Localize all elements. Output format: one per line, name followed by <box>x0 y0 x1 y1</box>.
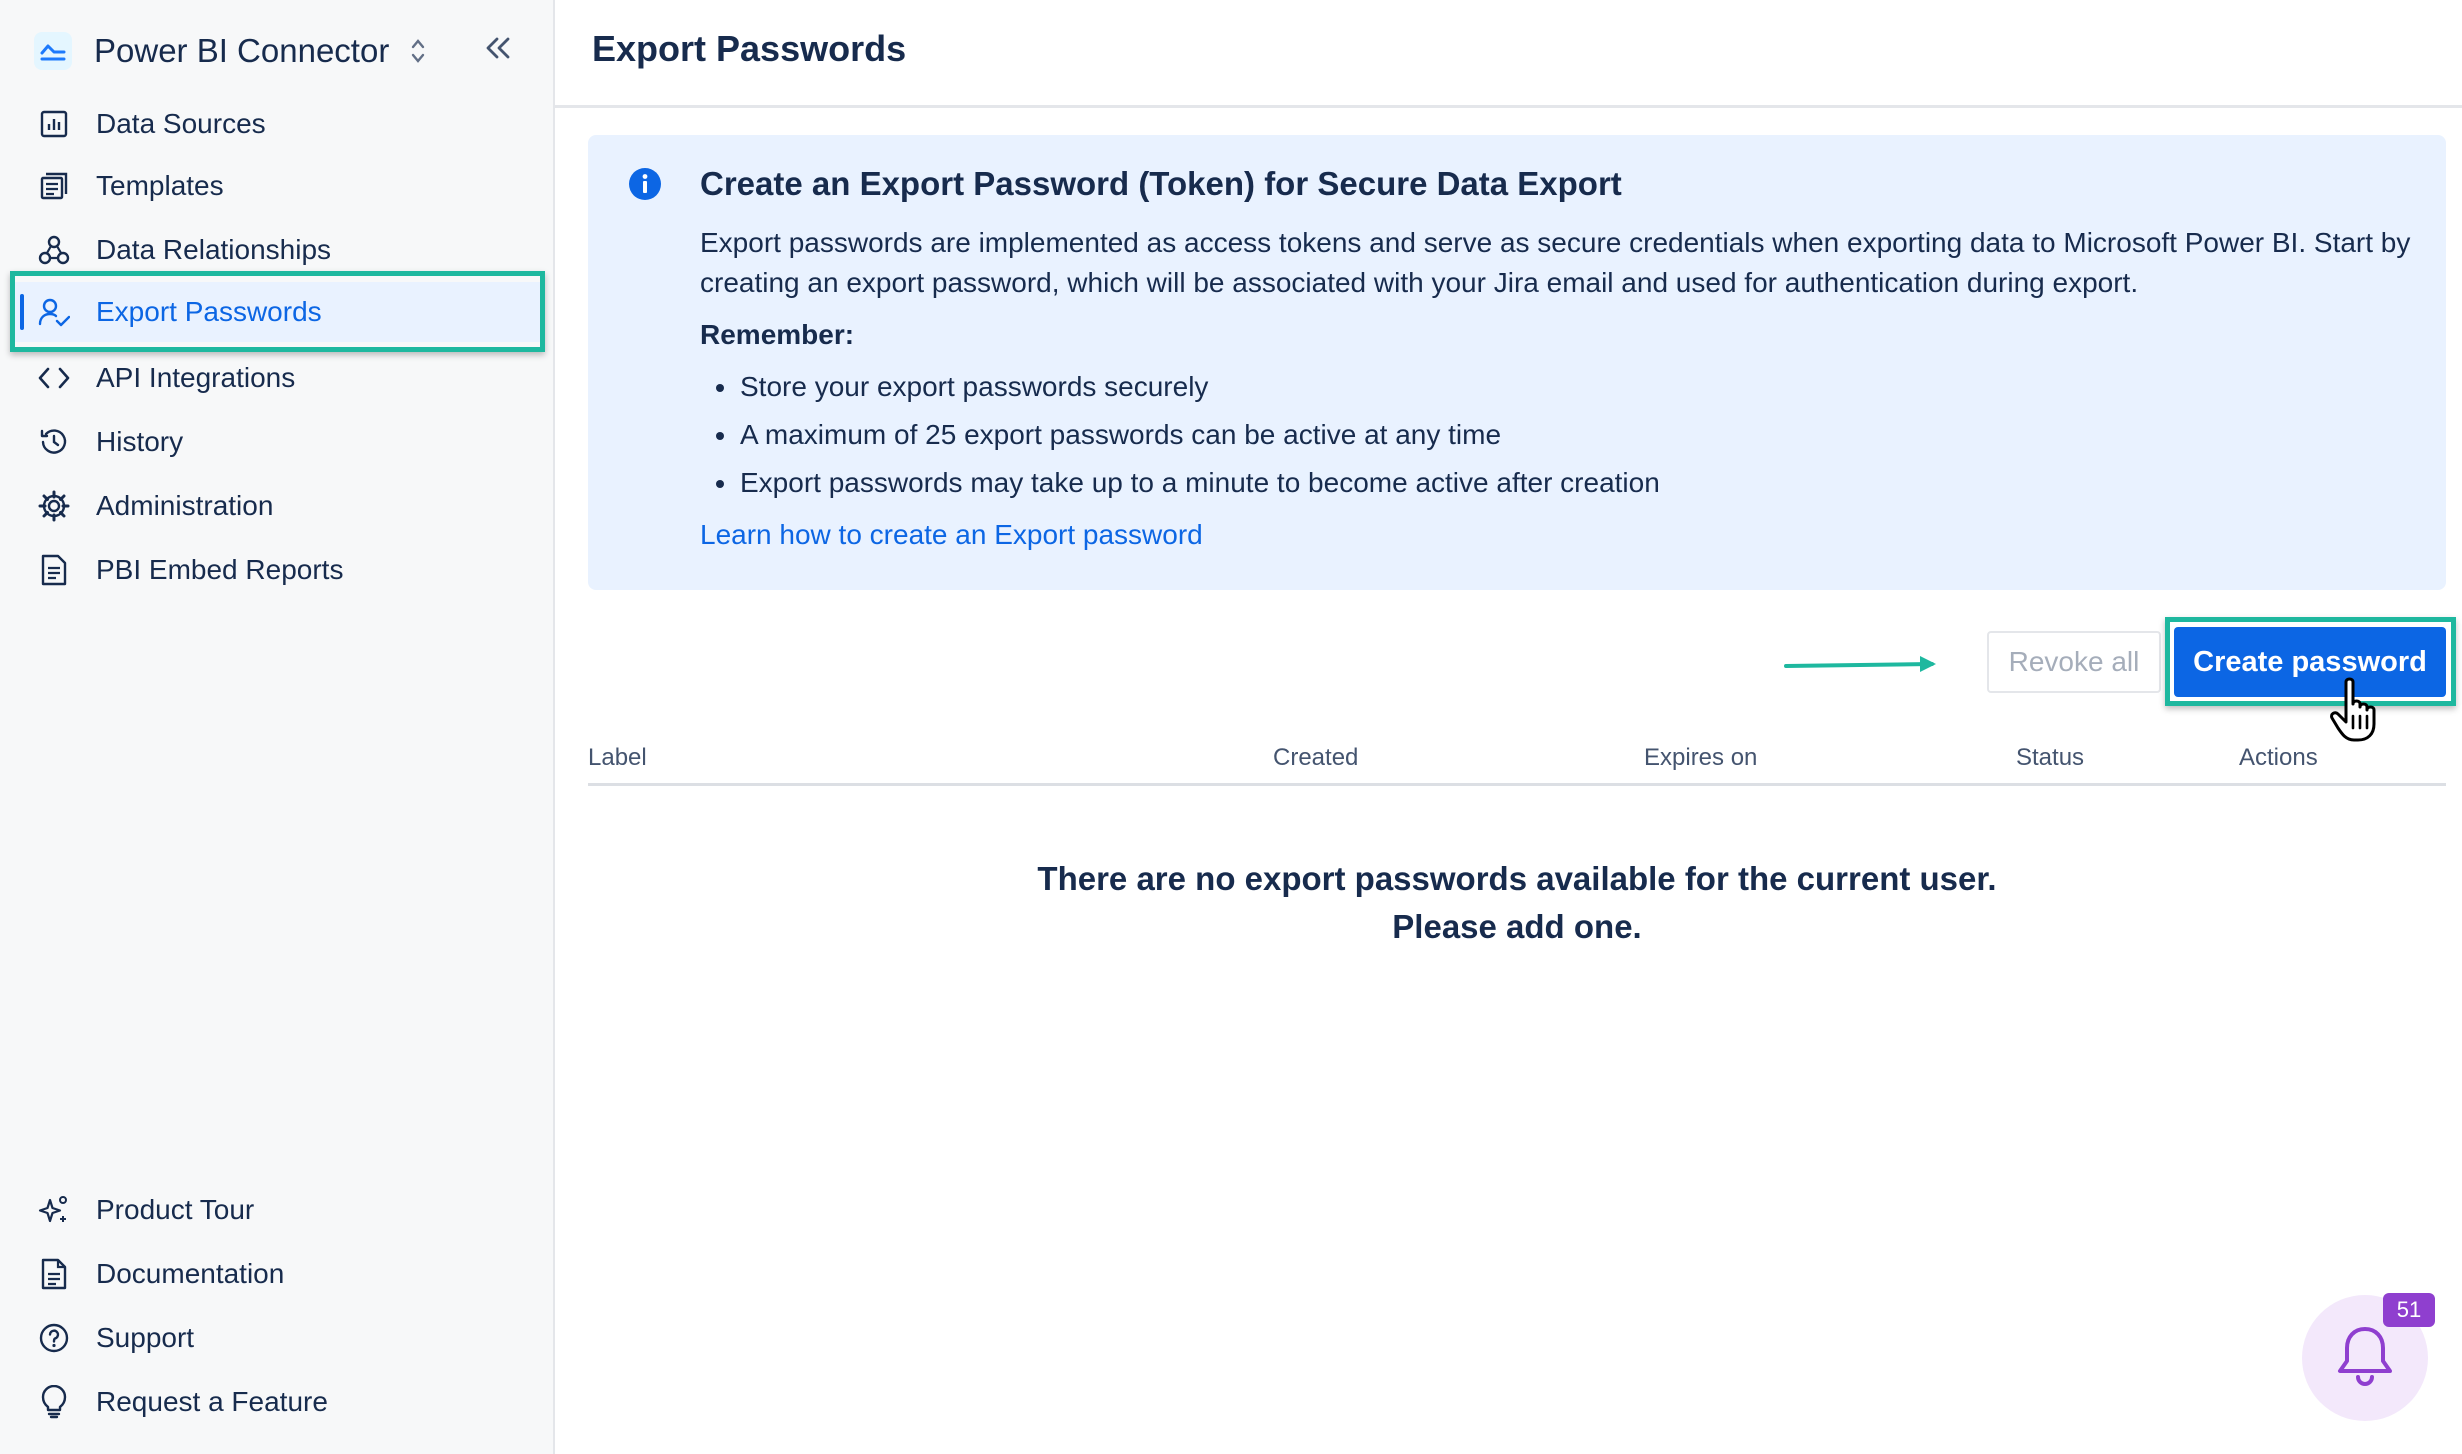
help-icon <box>36 1320 72 1356</box>
sidebar-item-support[interactable]: Support <box>14 1308 541 1368</box>
app-logo-icon <box>34 32 72 70</box>
sidebar-item-label: Administration <box>96 490 274 521</box>
sidebar-item-administration[interactable]: Administration <box>14 476 541 536</box>
sidebar-item-data-sources[interactable]: Data Sources <box>14 94 541 154</box>
highlight-annotation <box>10 271 545 352</box>
notification-count-badge: 51 <box>2383 1293 2435 1327</box>
column-header-expires[interactable]: Expires on <box>1644 744 1757 772</box>
report-icon <box>36 552 72 588</box>
lightbulb-icon <box>36 1384 72 1420</box>
relationships-icon <box>36 232 72 268</box>
sidebar-item-history[interactable]: History <box>14 412 541 472</box>
sidebar-item-label: Data Relationships <box>96 234 332 265</box>
sidebar-item-label: Templates <box>96 170 224 201</box>
remember-label: Remember: <box>700 319 855 350</box>
app-switcher[interactable]: Power BI Connector <box>34 26 429 76</box>
history-icon <box>36 424 72 460</box>
templates-icon <box>36 168 72 204</box>
sidebar-item-label: Product Tour <box>96 1194 255 1225</box>
empty-state-message: There are no export passwords available … <box>1037 860 1997 945</box>
sidebar-item-label: API Integrations <box>96 362 296 393</box>
column-header-actions: Actions <box>2239 744 2318 771</box>
sidebar-item-request-a-feature[interactable]: Request a Feature <box>14 1372 541 1432</box>
table-header: Label Created Expires on Status Actions <box>588 738 2446 786</box>
code-icon <box>36 360 72 396</box>
arrow-annotation-icon <box>1782 652 1942 676</box>
page-title: Export Passwords <box>592 28 907 69</box>
learn-more-link[interactable]: Learn how to create an Export password <box>700 519 1203 551</box>
list-item: Export passwords may take up to a minute… <box>700 459 1660 507</box>
sidebar-item-label: Support <box>96 1322 195 1353</box>
remember-list: Store your export passwords securely A m… <box>700 363 1660 507</box>
column-header-label[interactable]: Label <box>588 744 647 772</box>
info-title: Create an Export Password (Token) for Se… <box>700 165 1622 202</box>
sidebar-item-templates[interactable]: Templates <box>14 156 541 216</box>
revoke-all-button[interactable]: Revoke all <box>1987 631 2161 693</box>
sidebar-item-documentation[interactable]: Documentation <box>14 1244 541 1304</box>
chart-icon <box>36 106 72 142</box>
column-header-created[interactable]: Created <box>1273 744 1358 772</box>
sidebar-item-pbi-embed-reports[interactable]: PBI Embed Reports <box>14 540 541 600</box>
double-chevron-left-icon <box>483 35 513 66</box>
chevron-up-down-icon <box>407 33 429 69</box>
hand-cursor-icon <box>2328 676 2390 744</box>
sidebar-item-label: Data Sources <box>96 108 266 139</box>
sidebar-item-label: Documentation <box>96 1258 285 1289</box>
document-icon <box>36 1256 72 1292</box>
sidebar-item-label: History <box>96 426 184 457</box>
info-panel: Create an Export Password (Token) for Se… <box>588 135 2446 590</box>
create-password-button[interactable]: Create password <box>2174 627 2446 697</box>
list-item: A maximum of 25 export passwords can be … <box>700 411 1660 459</box>
sparkle-icon <box>36 1192 72 1228</box>
collapse-sidebar-button[interactable] <box>478 30 518 70</box>
sidebar-item-label: Request a Feature <box>96 1386 328 1417</box>
sidebar-item-label: PBI Embed Reports <box>96 554 344 585</box>
gear-icon <box>36 488 72 524</box>
info-description: Export passwords are implemented as acce… <box>700 227 2411 298</box>
column-header-status[interactable]: Status <box>2016 744 2084 772</box>
info-icon <box>628 167 662 201</box>
page-header: Export Passwords <box>555 0 2462 108</box>
sidebar: Power BI Connector Data Sources Template… <box>0 0 555 1454</box>
sidebar-item-product-tour[interactable]: Product Tour <box>14 1180 541 1240</box>
bell-icon <box>2334 1323 2396 1394</box>
sidebar-item-api-integrations[interactable]: API Integrations <box>14 348 541 408</box>
app-name: Power BI Connector <box>94 32 390 69</box>
list-item: Store your export passwords securely <box>700 363 1660 411</box>
